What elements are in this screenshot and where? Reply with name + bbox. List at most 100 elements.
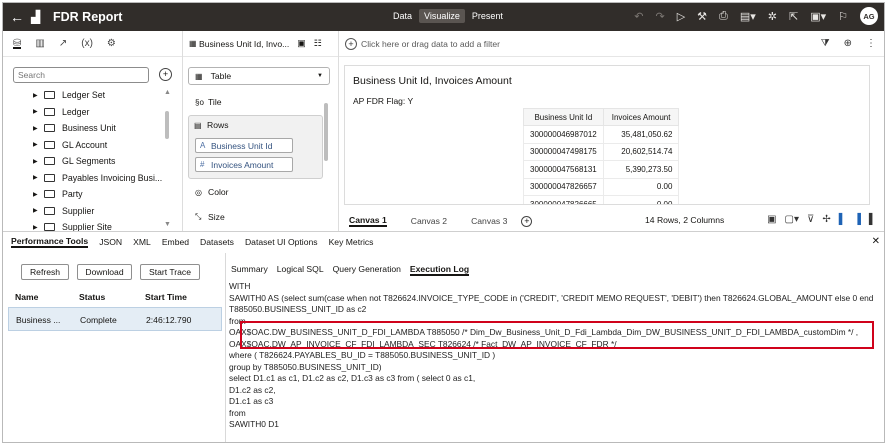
tree-item[interactable]: ▶ Party	[33, 186, 162, 203]
caret-right-icon[interactable]: ▶	[33, 224, 44, 231]
tree-item-label: Party	[62, 189, 83, 200]
column-header[interactable]: Business Unit Id	[523, 108, 604, 126]
properties-icon[interactable]: ▣	[297, 38, 306, 49]
scroll-up-icon[interactable]: ▲	[164, 89, 171, 96]
table-cell: 300000047568131	[523, 160, 604, 179]
viz-type-select[interactable]: ▦ Table ▼	[188, 67, 330, 85]
column-header-name: Name	[15, 292, 39, 302]
splitter[interactable]	[225, 253, 226, 442]
rows-dropzone[interactable]: ▤ Rows A Business Unit Id # Invoices Amo…	[188, 115, 323, 179]
panel-left-icon[interactable]: ▌	[839, 214, 846, 225]
viz-tab-icon[interactable]: ▥	[35, 38, 44, 49]
avatar[interactable]: AG	[860, 7, 878, 25]
add-filter-plus-icon[interactable]: +	[345, 37, 357, 50]
back-arrow-icon[interactable]: ←	[3, 9, 31, 25]
tab-canvas-1[interactable]: Canvas 1	[349, 215, 387, 227]
analytics-tab-icon[interactable]: ↗	[59, 38, 67, 49]
bookmark-icon[interactable]: ⚐	[838, 10, 848, 23]
tab-embed[interactable]: Embed	[162, 237, 189, 247]
caret-right-icon[interactable]: ▶	[33, 125, 44, 132]
tab-dataset-ui-options[interactable]: Dataset UI Options	[245, 237, 318, 247]
column-header-start-time: Start Time	[145, 292, 187, 302]
lightning-icon[interactable]: ✢	[822, 214, 830, 225]
mode-visualize[interactable]: Visualize	[419, 9, 465, 23]
caret-right-icon[interactable]: ▶	[33, 141, 44, 148]
tree-item-label: GL Account	[62, 139, 108, 150]
close-icon[interactable]: ✕	[872, 236, 880, 247]
pin-icon[interactable]: ⊽	[807, 214, 814, 225]
refresh-button[interactable]: Refresh	[21, 264, 69, 280]
start-trace-button[interactable]: Start Trace	[140, 264, 200, 280]
caret-right-icon[interactable]: ▶	[33, 174, 44, 181]
color-row[interactable]: ◎ Color	[195, 187, 229, 197]
tab-canvas-2[interactable]: Canvas 2	[411, 216, 447, 226]
mode-present[interactable]: Present	[467, 9, 508, 23]
redo-icon[interactable]: ↷	[655, 10, 664, 23]
add-canvas-icon[interactable]: +	[521, 215, 533, 227]
filter-bar[interactable]: + Click here or drag data to add a filte…	[339, 31, 884, 57]
scrollbar[interactable]	[165, 111, 169, 139]
export-icon[interactable]: ⇱	[789, 10, 798, 23]
row-pill-business-unit-id[interactable]: A Business Unit Id	[195, 138, 293, 153]
tab-datasets[interactable]: Datasets	[200, 237, 234, 247]
caret-right-icon[interactable]: ▶	[33, 207, 44, 214]
scroll-down-icon[interactable]: ▼	[164, 221, 171, 228]
tree-item[interactable]: ▶ Ledger Set	[33, 87, 162, 104]
caret-right-icon[interactable]: ▶	[33, 92, 44, 99]
tab-json[interactable]: JSON	[99, 237, 122, 247]
tile-row[interactable]: §ο Tile	[195, 97, 222, 107]
run-icon[interactable]: ▷	[677, 10, 685, 23]
row-pill-invoices-amount[interactable]: # Invoices Amount	[195, 157, 293, 172]
tree-item[interactable]: ▶ GL Account	[33, 137, 162, 154]
globe-icon[interactable]: ⊕	[844, 38, 852, 49]
tree-item[interactable]: ▶ Ledger	[33, 104, 162, 121]
tree-item[interactable]: ▶ Supplier	[33, 203, 162, 220]
size-row[interactable]: ⤡ Size	[195, 212, 225, 222]
tools-icon[interactable]: ⚒	[697, 10, 707, 23]
log-line: SAWITH0 AS (select sum(case when not T82…	[229, 292, 874, 303]
settings-tab-icon[interactable]: ⚙	[107, 38, 116, 49]
tree-item[interactable]: ▶ Payables Invoicing Busi...	[33, 170, 162, 187]
undo-icon[interactable]: ↶	[634, 10, 643, 23]
layout-icon[interactable]: ▢▾	[785, 214, 799, 225]
panel-right-icon[interactable]: ▌	[869, 214, 876, 225]
add-data-plus-icon[interactable]: +	[159, 68, 172, 81]
caret-right-icon[interactable]: ▶	[33, 108, 44, 115]
visualization-canvas[interactable]: Business Unit Id, Invoices Amount AP FDR…	[344, 65, 870, 205]
download-button[interactable]: Download	[77, 264, 132, 280]
scrollbar[interactable]	[324, 103, 328, 161]
layout-icon[interactable]: ☷	[314, 38, 322, 49]
data-tab-icon[interactable]: ⛁	[13, 38, 22, 49]
chevron-down-icon: ▼	[317, 73, 323, 79]
tab-performance-tools[interactable]: Performance Tools	[11, 236, 89, 248]
add-data-icon[interactable]: ▤▾	[740, 10, 756, 23]
grid-view-icon[interactable]: ▣	[767, 214, 776, 225]
tab-key-metrics[interactable]: Key Metrics	[329, 237, 374, 247]
print-icon[interactable]: ⎙	[719, 10, 728, 23]
folder-icon	[44, 91, 55, 100]
viz-subtitle: AP FDR Flag: Y	[353, 96, 414, 106]
caret-right-icon[interactable]: ▶	[33, 191, 44, 198]
filter-placeholder[interactable]: Click here or drag data to add a filter	[361, 39, 500, 49]
caret-right-icon[interactable]: ▶	[33, 158, 44, 165]
save-icon[interactable]: ▣▾	[810, 10, 826, 23]
tab-xml[interactable]: XML	[133, 237, 151, 247]
panel-center-icon[interactable]: ▐	[854, 214, 861, 225]
calc-tab-icon[interactable]: (x)	[81, 38, 93, 49]
column-header[interactable]: Invoices Amount	[602, 108, 680, 126]
grammar-header-title: Business Unit Id, Invo...	[199, 38, 290, 49]
tab-canvas-3[interactable]: Canvas 3	[471, 216, 507, 226]
filter-icon[interactable]: ⧩	[821, 38, 830, 49]
mode-data[interactable]: Data	[388, 9, 417, 23]
tree-item-label: Business Unit	[62, 123, 116, 134]
search-input[interactable]	[13, 67, 149, 83]
session-row[interactable]: Business ... Complete 2:46:12.790	[8, 307, 222, 331]
tree-item[interactable]: ▶ Business Unit	[33, 120, 162, 137]
mode-switcher: Data Visualize Present	[388, 9, 508, 23]
workbook-title: FDR Report	[53, 10, 123, 24]
log-line: D1.c1 as c3	[229, 396, 274, 406]
auto-insights-icon[interactable]: ✲	[768, 10, 777, 23]
tree-item[interactable]: ▶ GL Segments	[33, 153, 162, 170]
more-vertical-icon[interactable]: ⋮	[866, 38, 876, 49]
top-bar: ← ▟ FDR Report Data Visualize Present ↶ …	[3, 3, 884, 31]
